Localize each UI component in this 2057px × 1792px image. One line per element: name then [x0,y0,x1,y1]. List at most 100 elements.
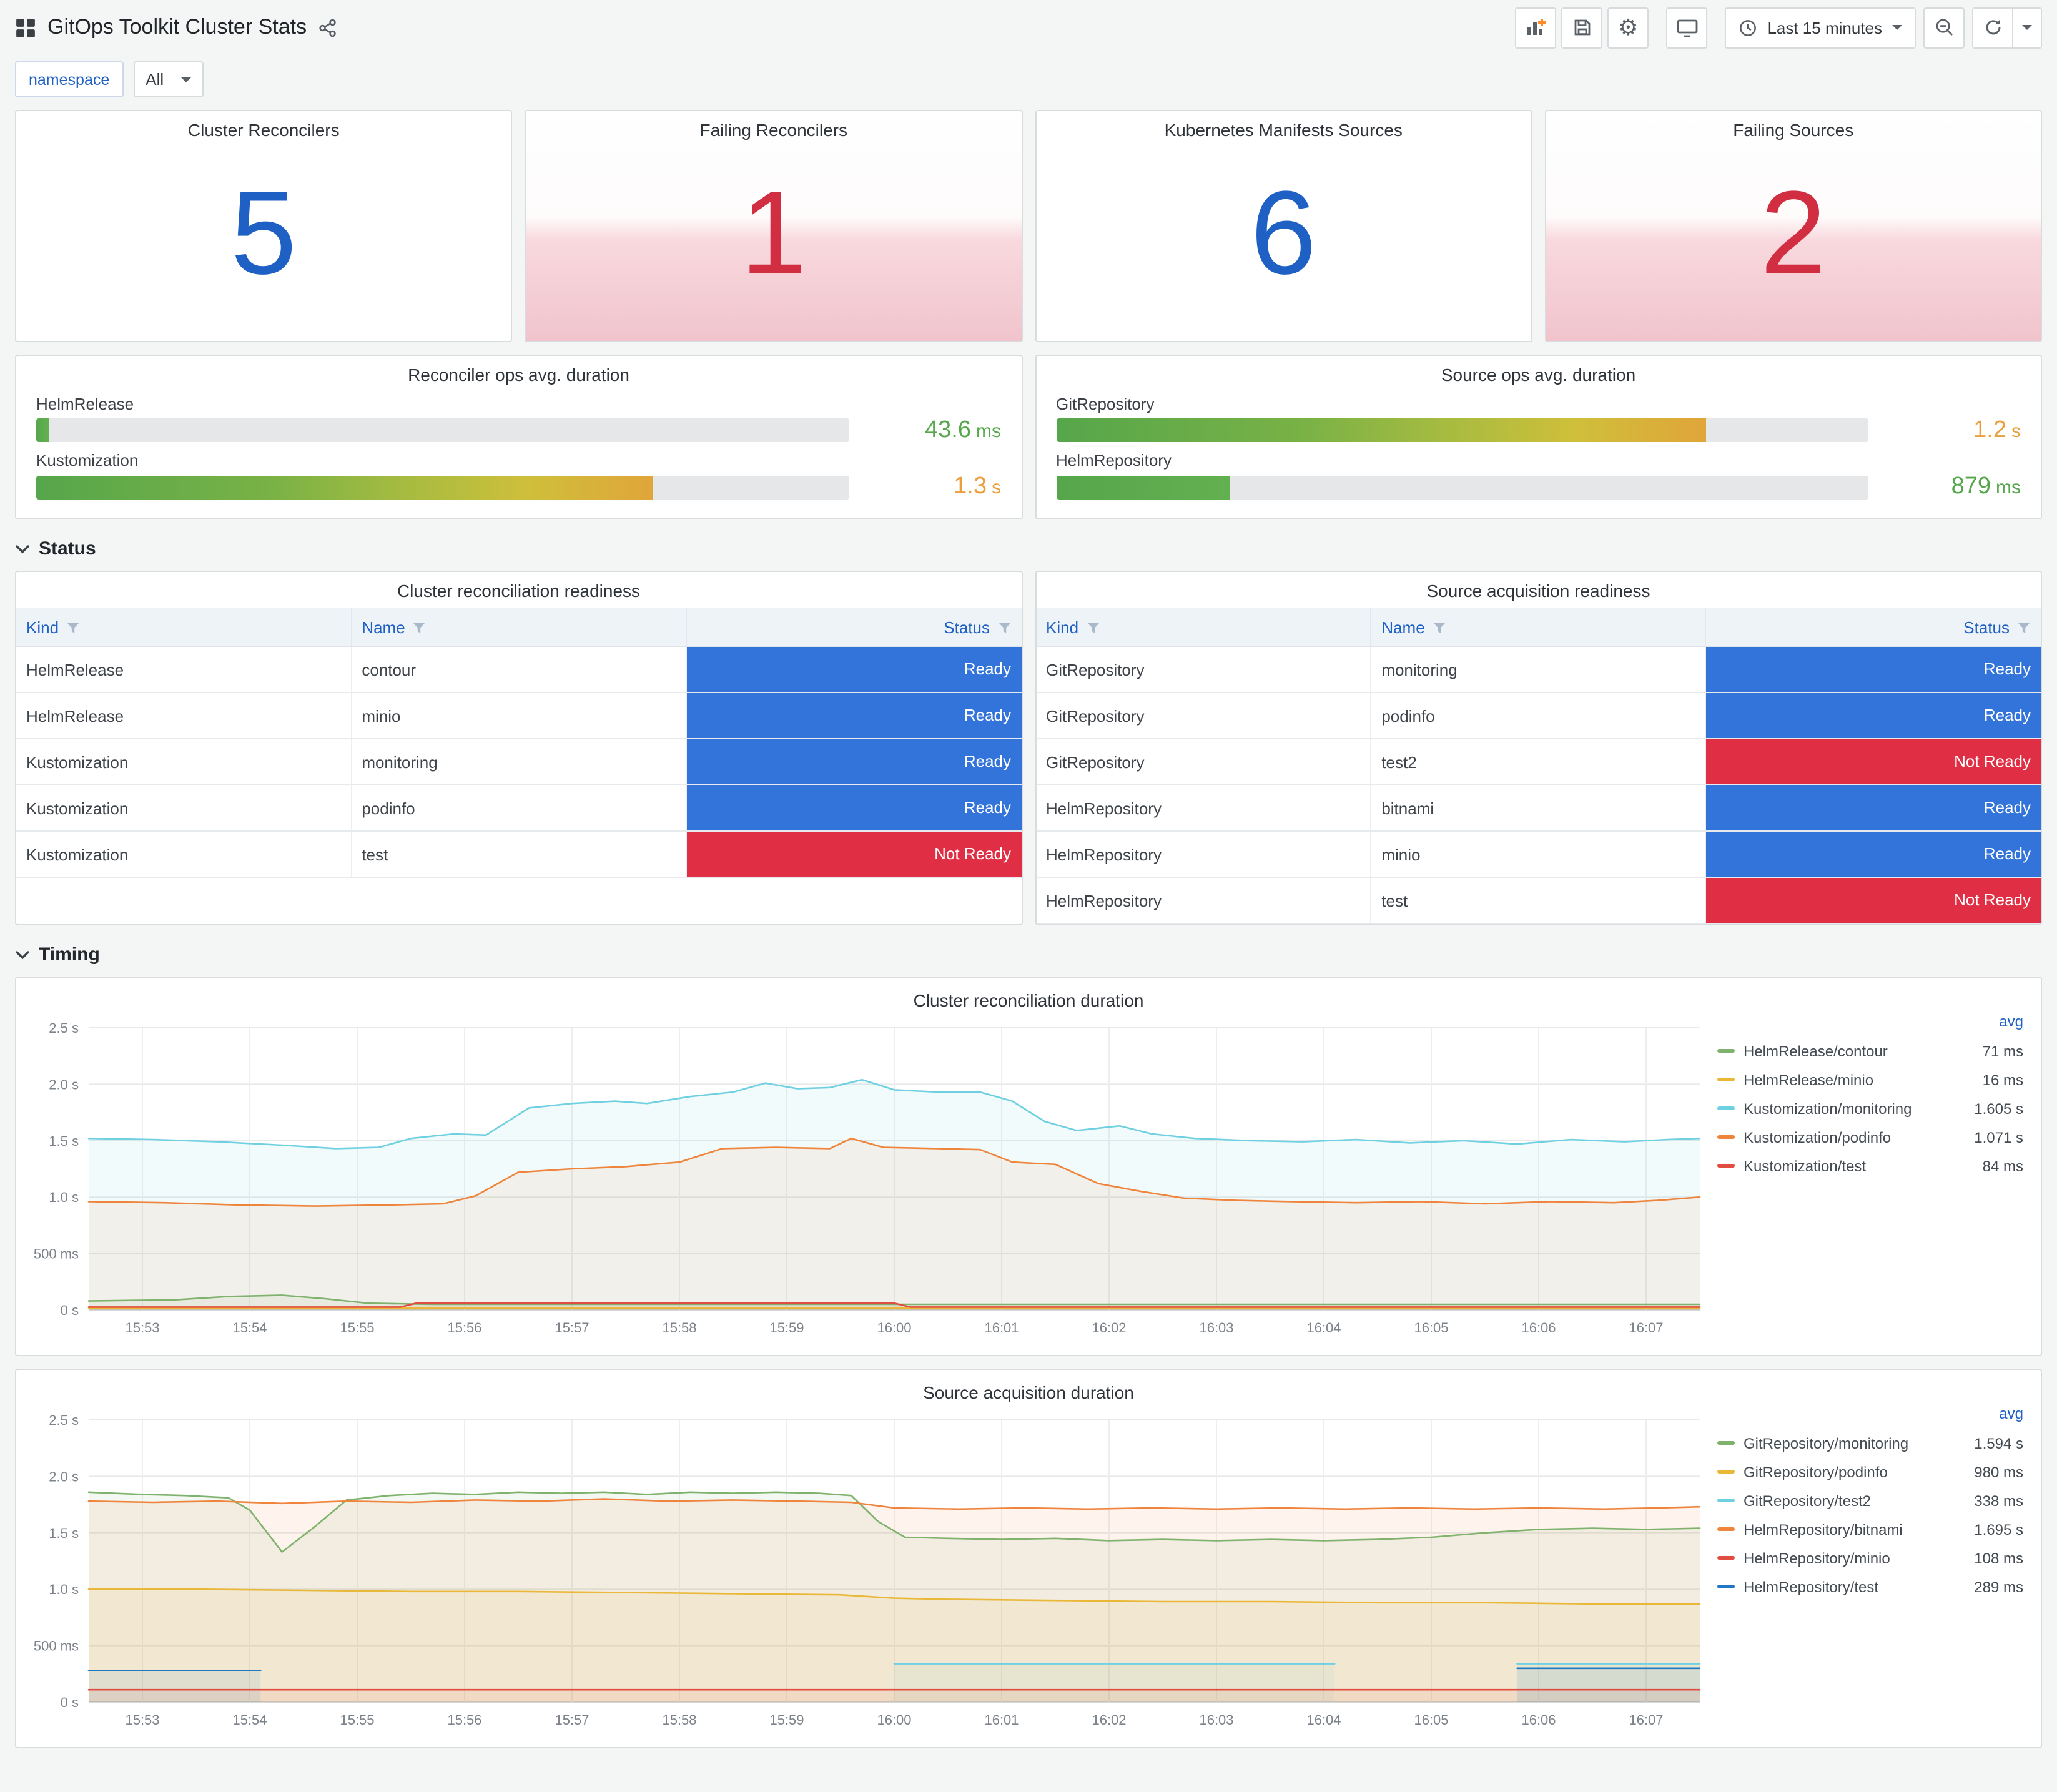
svg-text:2.5 s: 2.5 s [49,1020,79,1036]
legend-series-name[interactable]: HelmRepository/bitnami [1744,1520,1946,1538]
legend-item[interactable]: GitRepository/monitoring 1.594 s [1717,1429,2023,1457]
legend-series-name[interactable]: HelmRelease/minio [1744,1071,1946,1088]
legend-series-avg: 289 ms [1974,1578,2023,1595]
legend-rows: GitRepository/monitoring 1.594 s GitReposi… [1717,1429,2023,1601]
legend-item[interactable]: HelmRepository/test 289 ms [1717,1572,2023,1601]
legend-series-name[interactable]: GitRepository/monitoring [1744,1434,1946,1452]
save-dashboard-button[interactable] [1561,7,1603,48]
column-header-kind[interactable]: Kind [1036,608,1372,647]
refresh-interval-dropdown[interactable] [2013,7,2042,48]
time-series-plot[interactable]: 0 s 500 ms 1.0 s 1.5 s 2.0 s 2.5 s 15:53 15:54 1… [24,1405,1710,1735]
svg-text:500 ms: 500 ms [34,1246,79,1262]
panel-title[interactable]: Kubernetes Manifests Sources [1036,111,1531,140]
add-panel-button[interactable] [1515,7,1557,48]
column-header-status[interactable]: Status [1705,608,2041,647]
gauge-panel-source-ops: Source ops avg. duration GitRepository 1… [1035,355,2042,519]
table-cell: Kustomization [16,739,352,785]
svg-text:16:03: 16:03 [1199,1320,1233,1336]
legend-item[interactable]: Kustomization/podinfo 1.071 s [1717,1123,2023,1151]
section-title: Timing [39,944,100,965]
clock-icon [1740,19,1757,36]
table-cell: test2 [1371,739,1707,785]
filter-icon[interactable] [66,621,80,634]
filter-icon[interactable] [2017,621,2031,634]
table-row: Kustomization podinfo Ready [16,785,1021,832]
svg-text:15:54: 15:54 [232,1712,267,1728]
time-range-label: Last 15 minutes [1767,18,1882,37]
table-row: HelmRepository test Not Ready [1036,877,2041,924]
status-badge: Ready [686,647,1021,692]
legend-item[interactable]: Kustomization/monitoring 1.605 s [1717,1094,2023,1123]
table-cell: podinfo [1371,692,1707,739]
svg-text:16:05: 16:05 [1414,1320,1448,1336]
svg-text:16:04: 16:04 [1306,1712,1341,1728]
table-row: HelmRelease contour Ready [16,646,1021,693]
legend-avg-header[interactable]: avg [1717,1013,2023,1036]
legend-series-name[interactable]: HelmRepository/minio [1744,1549,1946,1567]
legend-item[interactable]: GitRepository/test2 338 ms [1717,1486,2023,1515]
chart-panel-cluster-reconciliation-duration: Cluster reconciliation duration 0 s 500 m… [15,977,2042,1356]
legend-series-name[interactable]: GitRepository/podinfo [1744,1463,1946,1480]
status-badge: Not Ready [686,832,1021,877]
legend-avg-header[interactable]: avg [1717,1405,2023,1429]
svg-text:16:04: 16:04 [1306,1320,1341,1336]
share-icon[interactable] [318,18,337,37]
legend-item[interactable]: Kustomization/test 84 ms [1717,1151,2023,1180]
table-cell: HelmRelease [16,692,352,739]
svg-text:15:57: 15:57 [555,1712,589,1728]
stat-value: 6 [1250,167,1317,300]
legend-series-name[interactable]: Kustomization/test [1744,1157,1946,1174]
svg-text:16:00: 16:00 [877,1320,911,1336]
panel-title[interactable]: Cluster Reconcilers [16,111,511,140]
dashboard-settings-button[interactable]: ⚙ [1607,7,1649,48]
table-row: HelmRepository minio Ready [1036,831,2041,878]
column-header-name[interactable]: Name [351,608,687,647]
filter-icon[interactable] [413,621,427,634]
legend-item[interactable]: HelmRelease/minio 16 ms [1717,1065,2023,1094]
filter-icon[interactable] [997,621,1011,634]
svg-text:15:54: 15:54 [232,1320,267,1336]
column-header-name[interactable]: Name [1371,608,1707,647]
filter-icon[interactable] [1086,621,1100,634]
legend-item[interactable]: HelmRepository/minio 108 ms [1717,1543,2023,1572]
refresh-button[interactable] [1972,7,2013,48]
svg-text:16:03: 16:03 [1199,1712,1233,1728]
filter-icon[interactable] [1433,621,1446,634]
section-header-timing[interactable]: Timing [15,944,2042,965]
column-header-status[interactable]: Status [686,608,1021,647]
panel-title[interactable]: Source acquisition duration [24,1374,2033,1402]
svg-text:0 s: 0 s [61,1695,79,1710]
panel-title[interactable]: Failing Reconcilers [526,111,1021,140]
table-cell: GitRepository [1036,739,1372,785]
legend-series-name[interactable]: HelmRelease/contour [1744,1042,1946,1060]
panel-title[interactable]: Failing Sources [1546,111,2041,140]
section-header-status[interactable]: Status [15,538,2042,559]
panel-title[interactable]: Source acquisition readiness [1036,572,2041,601]
legend-item[interactable]: GitRepository/podinfo 980 ms [1717,1457,2023,1486]
column-header-kind[interactable]: Kind [16,608,352,647]
panel-title[interactable]: Cluster reconciliation readiness [16,572,1021,601]
svg-text:16:06: 16:06 [1521,1712,1556,1728]
variable-value-dropdown[interactable]: All [133,61,204,97]
legend-series-name[interactable]: GitRepository/test2 [1744,1492,1946,1509]
gauge-fill [1056,418,1706,443]
legend-series-name[interactable]: HelmRepository/test [1744,1578,1946,1595]
legend-item[interactable]: HelmRepository/bitnami 1.695 s [1717,1515,2023,1543]
panel-title[interactable]: Reconciler ops avg. duration [16,356,1021,385]
apps-grid-icon[interactable] [15,17,36,38]
header-toolbar: ⚙ Last 15 minutes [1515,7,2042,48]
svg-text:15:53: 15:53 [125,1320,159,1336]
chart-legend: avg GitRepository/monitoring 1.594 s GitRe… [1710,1405,2033,1601]
chevron-down-icon [2022,25,2032,30]
legend-series-name[interactable]: Kustomization/podinfo [1744,1128,1946,1146]
zoom-out-time-button[interactable] [1923,7,1965,48]
legend-item[interactable]: HelmRelease/contour 71 ms [1717,1036,2023,1065]
time-series-plot[interactable]: 0 s 500 ms 1.0 s 1.5 s 2.0 s 2.5 s 15:53 15:54 1… [24,1013,1710,1342]
time-range-picker[interactable]: Last 15 minutes [1725,7,1916,48]
panel-title[interactable]: Cluster reconciliation duration [24,982,2033,1010]
panel-title[interactable]: Source ops avg. duration [1036,356,2041,385]
gauge-label: GitRepository [1056,394,1155,413]
cycle-view-button[interactable] [1666,7,1708,48]
legend-series-color [1717,1499,1735,1502]
legend-series-name[interactable]: Kustomization/monitoring [1744,1100,1946,1117]
